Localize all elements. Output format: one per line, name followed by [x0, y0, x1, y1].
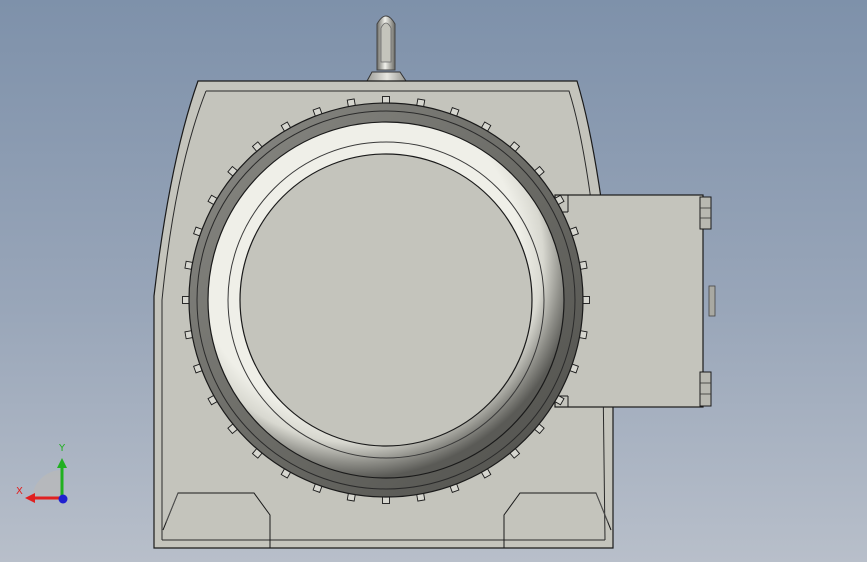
- model-view[interactable]: [0, 0, 867, 562]
- eye-bolt[interactable]: [361, 15, 413, 91]
- motor-flange[interactable]: [188, 102, 584, 498]
- terminal-box-gland: [708, 285, 716, 317]
- triad-y-arrow: [57, 458, 67, 468]
- triad-z-axis: [58, 494, 68, 504]
- flange-face: [239, 153, 533, 447]
- triad-x-arrow: [25, 493, 35, 503]
- graphics-viewport[interactable]: X Y: [0, 0, 867, 562]
- triad-x-label: X: [16, 486, 23, 497]
- terminal-box-clamp-bottom: [699, 371, 712, 407]
- triad-plane-indicator: [32, 470, 62, 500]
- terminal-box-clamp-top: [699, 196, 712, 230]
- eye-bolt-hole: [380, 22, 392, 63]
- view-triad: [25, 458, 68, 504]
- triad-y-label: Y: [59, 443, 66, 454]
